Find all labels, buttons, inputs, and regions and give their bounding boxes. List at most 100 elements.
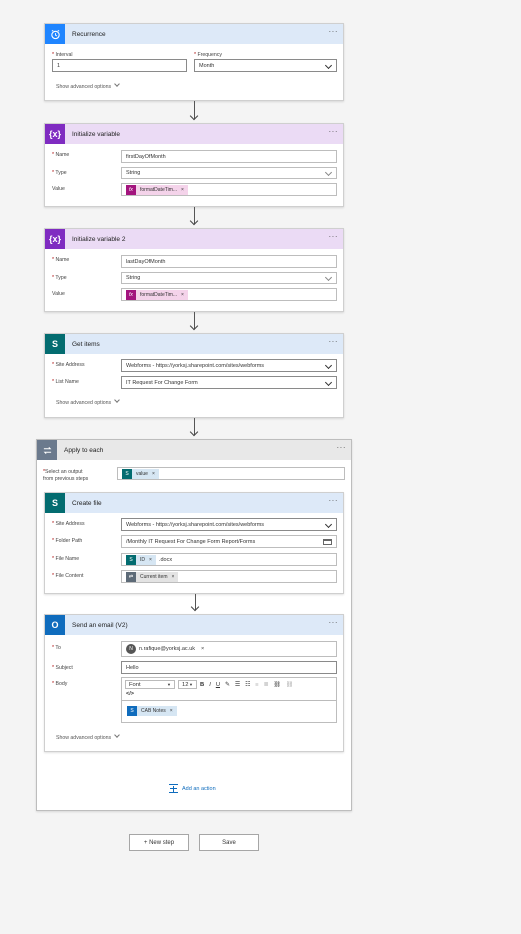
brush-icon[interactable]: ✎ [225, 682, 230, 688]
interval-input[interactable]: 1 [52, 59, 187, 72]
value-token[interactable]: Svalue × [122, 468, 159, 479]
site-address-label: * Site Address [52, 362, 85, 368]
add-action-button[interactable]: Add an action [169, 784, 216, 793]
chevron-down-icon [324, 378, 333, 387]
apply-to-each-title: Apply to each [64, 446, 104, 454]
link-icon[interactable]: ⛓ [274, 682, 281, 688]
select-output-input[interactable]: Svalue × [117, 467, 345, 480]
body-toolbar: Font ▼ 12 ▼ B I U ✎ ☰ ☷ ≡ ≣ ⛓ ⛓ [125, 680, 298, 689]
value-input[interactable]: fx formatDateTim... × [121, 288, 337, 301]
remove-token-icon[interactable]: × [152, 471, 155, 477]
site-address-label: * Site Address [52, 521, 85, 527]
show-advanced-options[interactable]: Show advanced options [56, 732, 120, 741]
cab-notes-token[interactable]: S CAB Notes × [127, 706, 177, 716]
folder-icon[interactable] [323, 539, 332, 545]
to-label: * To [52, 645, 61, 651]
show-advanced-options[interactable]: Show advanced options [56, 397, 120, 406]
file-content-input[interactable]: ⇄ Current item × [121, 570, 337, 583]
font-select[interactable]: Font ▼ [125, 680, 175, 689]
more-options-button[interactable]: ··· [329, 128, 339, 136]
outdent-icon[interactable]: ≡ [255, 682, 258, 688]
list-name-select[interactable]: IT Request For Change Form [121, 376, 337, 389]
remove-token-icon[interactable]: × [170, 708, 173, 714]
send-email-title: Send an email (V2) [72, 621, 128, 629]
add-action-label: Add an action [182, 785, 216, 792]
apply-to-each-card: Apply to each ··· *Select an output from … [36, 439, 352, 811]
avatar: N [126, 644, 136, 654]
recurrence-header[interactable]: Recurrence ··· [45, 24, 343, 44]
font-size-select[interactable]: 12 ▼ [178, 680, 197, 689]
more-options-button[interactable]: ··· [329, 28, 339, 36]
value-label: Value [52, 291, 65, 297]
name-input[interactable]: lastDayOfMonth [121, 255, 337, 268]
remove-token-icon[interactable]: × [181, 292, 184, 298]
remove-token-icon[interactable]: × [172, 574, 175, 580]
type-select[interactable]: String [121, 167, 337, 179]
show-advanced-options[interactable]: Show advanced options [56, 81, 120, 90]
file-name-label: * File Name [52, 556, 80, 562]
more-options-button[interactable]: ··· [329, 619, 339, 627]
frequency-select[interactable]: Month [194, 59, 337, 72]
function-icon: fx [126, 184, 136, 195]
to-input[interactable]: N n.rafique@yorksj.ac.uk × [121, 641, 337, 657]
type-select[interactable]: String [121, 272, 337, 284]
value-input[interactable]: fx formatDateTim... × [121, 183, 337, 196]
file-name-input[interactable]: S ID × .docx [121, 553, 337, 566]
remove-token-icon[interactable]: × [149, 557, 152, 563]
arrow-down-icon [189, 216, 199, 226]
chevron-down-icon [324, 61, 333, 70]
frequency-label: * Frequency [194, 52, 222, 58]
remove-token-icon[interactable]: × [181, 187, 184, 193]
chevron-down-icon [324, 168, 333, 177]
code-view-icon[interactable]: </> [126, 691, 134, 697]
init-variable-header[interactable]: {x} Initialize variable ··· [45, 124, 343, 144]
more-options-button[interactable]: ··· [337, 444, 347, 452]
chevron-down-icon [114, 81, 120, 87]
bold-button[interactable]: B [200, 682, 204, 688]
expression-token[interactable]: fx formatDateTim... × [126, 289, 188, 300]
id-token[interactable]: S ID × [126, 554, 156, 565]
recipient-email: n.rafique@yorksj.ac.uk [139, 646, 196, 652]
function-icon: fx [126, 289, 136, 300]
more-options-button[interactable]: ··· [329, 338, 339, 346]
subject-input[interactable]: Hello [121, 661, 337, 674]
indent-icon[interactable]: ≣ [264, 682, 269, 688]
body-label: * Body [52, 681, 68, 687]
loop-icon: ⇄ [126, 571, 136, 582]
underline-button[interactable]: U [216, 682, 220, 688]
italic-button[interactable]: I [209, 682, 211, 688]
expression-token[interactable]: fx formatDateTim... × [126, 184, 188, 195]
create-file-header[interactable]: S Create file ··· [45, 493, 343, 513]
variable-icon: {x} [45, 229, 65, 249]
get-items-title: Get items [72, 340, 100, 348]
sharepoint-icon: S [45, 493, 65, 513]
send-email-header[interactable]: O Send an email (V2) ··· [45, 615, 343, 635]
create-file-card: S Create file ··· * Site Address Webform… [44, 492, 344, 594]
subject-label: * Subject [52, 665, 73, 671]
save-button[interactable]: Save [199, 834, 259, 851]
outlook-icon: O [45, 615, 65, 635]
site-address-select[interactable]: Webforms - https://yorksj.sharepoint.com… [121, 359, 337, 372]
arrow-down-icon [190, 602, 200, 612]
create-file-title: Create file [72, 499, 102, 507]
bullet-list-icon[interactable]: ☰ [235, 682, 240, 688]
add-action-icon [169, 784, 178, 793]
chevron-down-icon [324, 520, 333, 529]
folder-path-input[interactable]: /Monthly IT Request For Change Form Repo… [121, 535, 337, 548]
unlink-icon[interactable]: ⛓ [286, 682, 293, 688]
remove-recipient-icon[interactable]: × [201, 646, 204, 652]
more-options-button[interactable]: ··· [329, 233, 339, 241]
init-variable-2-header[interactable]: {x} Initialize variable 2 ··· [45, 229, 343, 249]
numbered-list-icon[interactable]: ☷ [245, 682, 250, 688]
body-content[interactable]: S CAB Notes × [127, 706, 180, 716]
current-item-token[interactable]: ⇄ Current item × [126, 571, 179, 582]
site-address-select[interactable]: Webforms - https://yorksj.sharepoint.com… [121, 518, 337, 531]
body-editor[interactable]: Font ▼ 12 ▼ B I U ✎ ☰ ☷ ≡ ≣ ⛓ ⛓ </> S CAB N… [121, 677, 337, 723]
get-items-header[interactable]: S Get items ··· [45, 334, 343, 354]
init-variable-card: {x} Initialize variable ··· * Name first… [44, 123, 344, 207]
new-step-button[interactable]: + New step [129, 834, 189, 851]
name-input[interactable]: firstDayOfMonth [121, 150, 337, 163]
more-options-button[interactable]: ··· [329, 497, 339, 505]
apply-to-each-header[interactable]: Apply to each ··· [37, 440, 351, 460]
recurrence-card: Recurrence ··· * Interval 1 * Frequency … [44, 23, 344, 101]
